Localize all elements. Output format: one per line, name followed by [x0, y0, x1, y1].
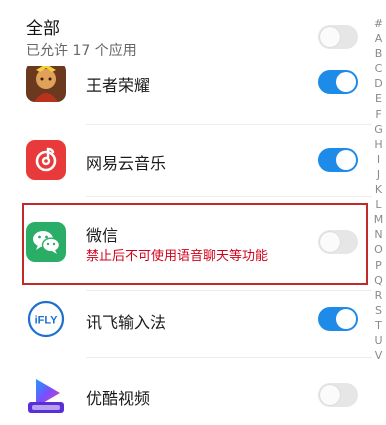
app-name: 优酷视频	[86, 389, 151, 408]
alphabet-index[interactable]: # A B C D E F G H I J K L M N O P Q R S T U V	[371, 16, 386, 363]
index-letter[interactable]: V	[371, 348, 386, 363]
index-letter[interactable]: B	[371, 46, 386, 61]
divider	[86, 124, 372, 125]
index-letter[interactable]: N	[371, 227, 386, 242]
index-letter[interactable]: C	[371, 61, 386, 76]
youku-icon	[26, 375, 66, 415]
highlight-frame	[22, 203, 368, 285]
app-name: 网易云音乐	[86, 154, 167, 173]
index-letter[interactable]: H	[371, 137, 386, 152]
netease-cloud-music-icon	[26, 140, 66, 180]
select-all-toggle[interactable]	[318, 25, 358, 49]
app-row-netease-music: 网易云音乐	[0, 130, 370, 190]
app-row-iflytek: iFLY 讯飞输入法	[0, 289, 370, 349]
select-all-header: 全部 已允许 17 个应用	[0, 0, 370, 66]
app-toggle[interactable]	[318, 307, 358, 331]
app-name: 王者荣耀	[86, 76, 151, 95]
index-letter[interactable]: P	[371, 258, 386, 273]
app-toggle[interactable]	[318, 70, 358, 94]
index-letter[interactable]: E	[371, 91, 386, 106]
app-row-youku: 优酷视频	[0, 365, 370, 425]
index-letter[interactable]: G	[371, 122, 386, 137]
allowed-count-text: 已允许 17 个应用	[26, 43, 137, 59]
app-toggle[interactable]	[318, 148, 358, 172]
app-toggle[interactable]	[318, 383, 358, 407]
iflytek-icon-text: iFLY	[35, 315, 58, 327]
select-all-title: 全部	[26, 19, 60, 39]
index-letter[interactable]: D	[371, 76, 386, 91]
index-letter[interactable]: M	[371, 212, 386, 227]
index-letter[interactable]: K	[371, 182, 386, 197]
index-letter[interactable]: R	[371, 288, 386, 303]
index-letter[interactable]: A	[371, 31, 386, 46]
index-letter[interactable]: Q	[371, 273, 386, 288]
index-letter[interactable]: S	[371, 303, 386, 318]
index-letter[interactable]: O	[371, 242, 386, 257]
honor-of-kings-icon	[26, 62, 66, 102]
divider	[86, 357, 372, 358]
index-letter[interactable]: L	[371, 197, 386, 212]
divider	[86, 196, 372, 197]
app-name: 讯飞输入法	[86, 313, 167, 332]
index-letter[interactable]: I	[371, 152, 386, 167]
index-letter[interactable]: J	[371, 167, 386, 182]
index-letter[interactable]: #	[371, 16, 386, 31]
index-letter[interactable]: T	[371, 318, 386, 333]
index-letter[interactable]: U	[371, 333, 386, 348]
iflytek-input-icon: iFLY	[26, 299, 66, 339]
index-letter[interactable]: F	[371, 107, 386, 122]
